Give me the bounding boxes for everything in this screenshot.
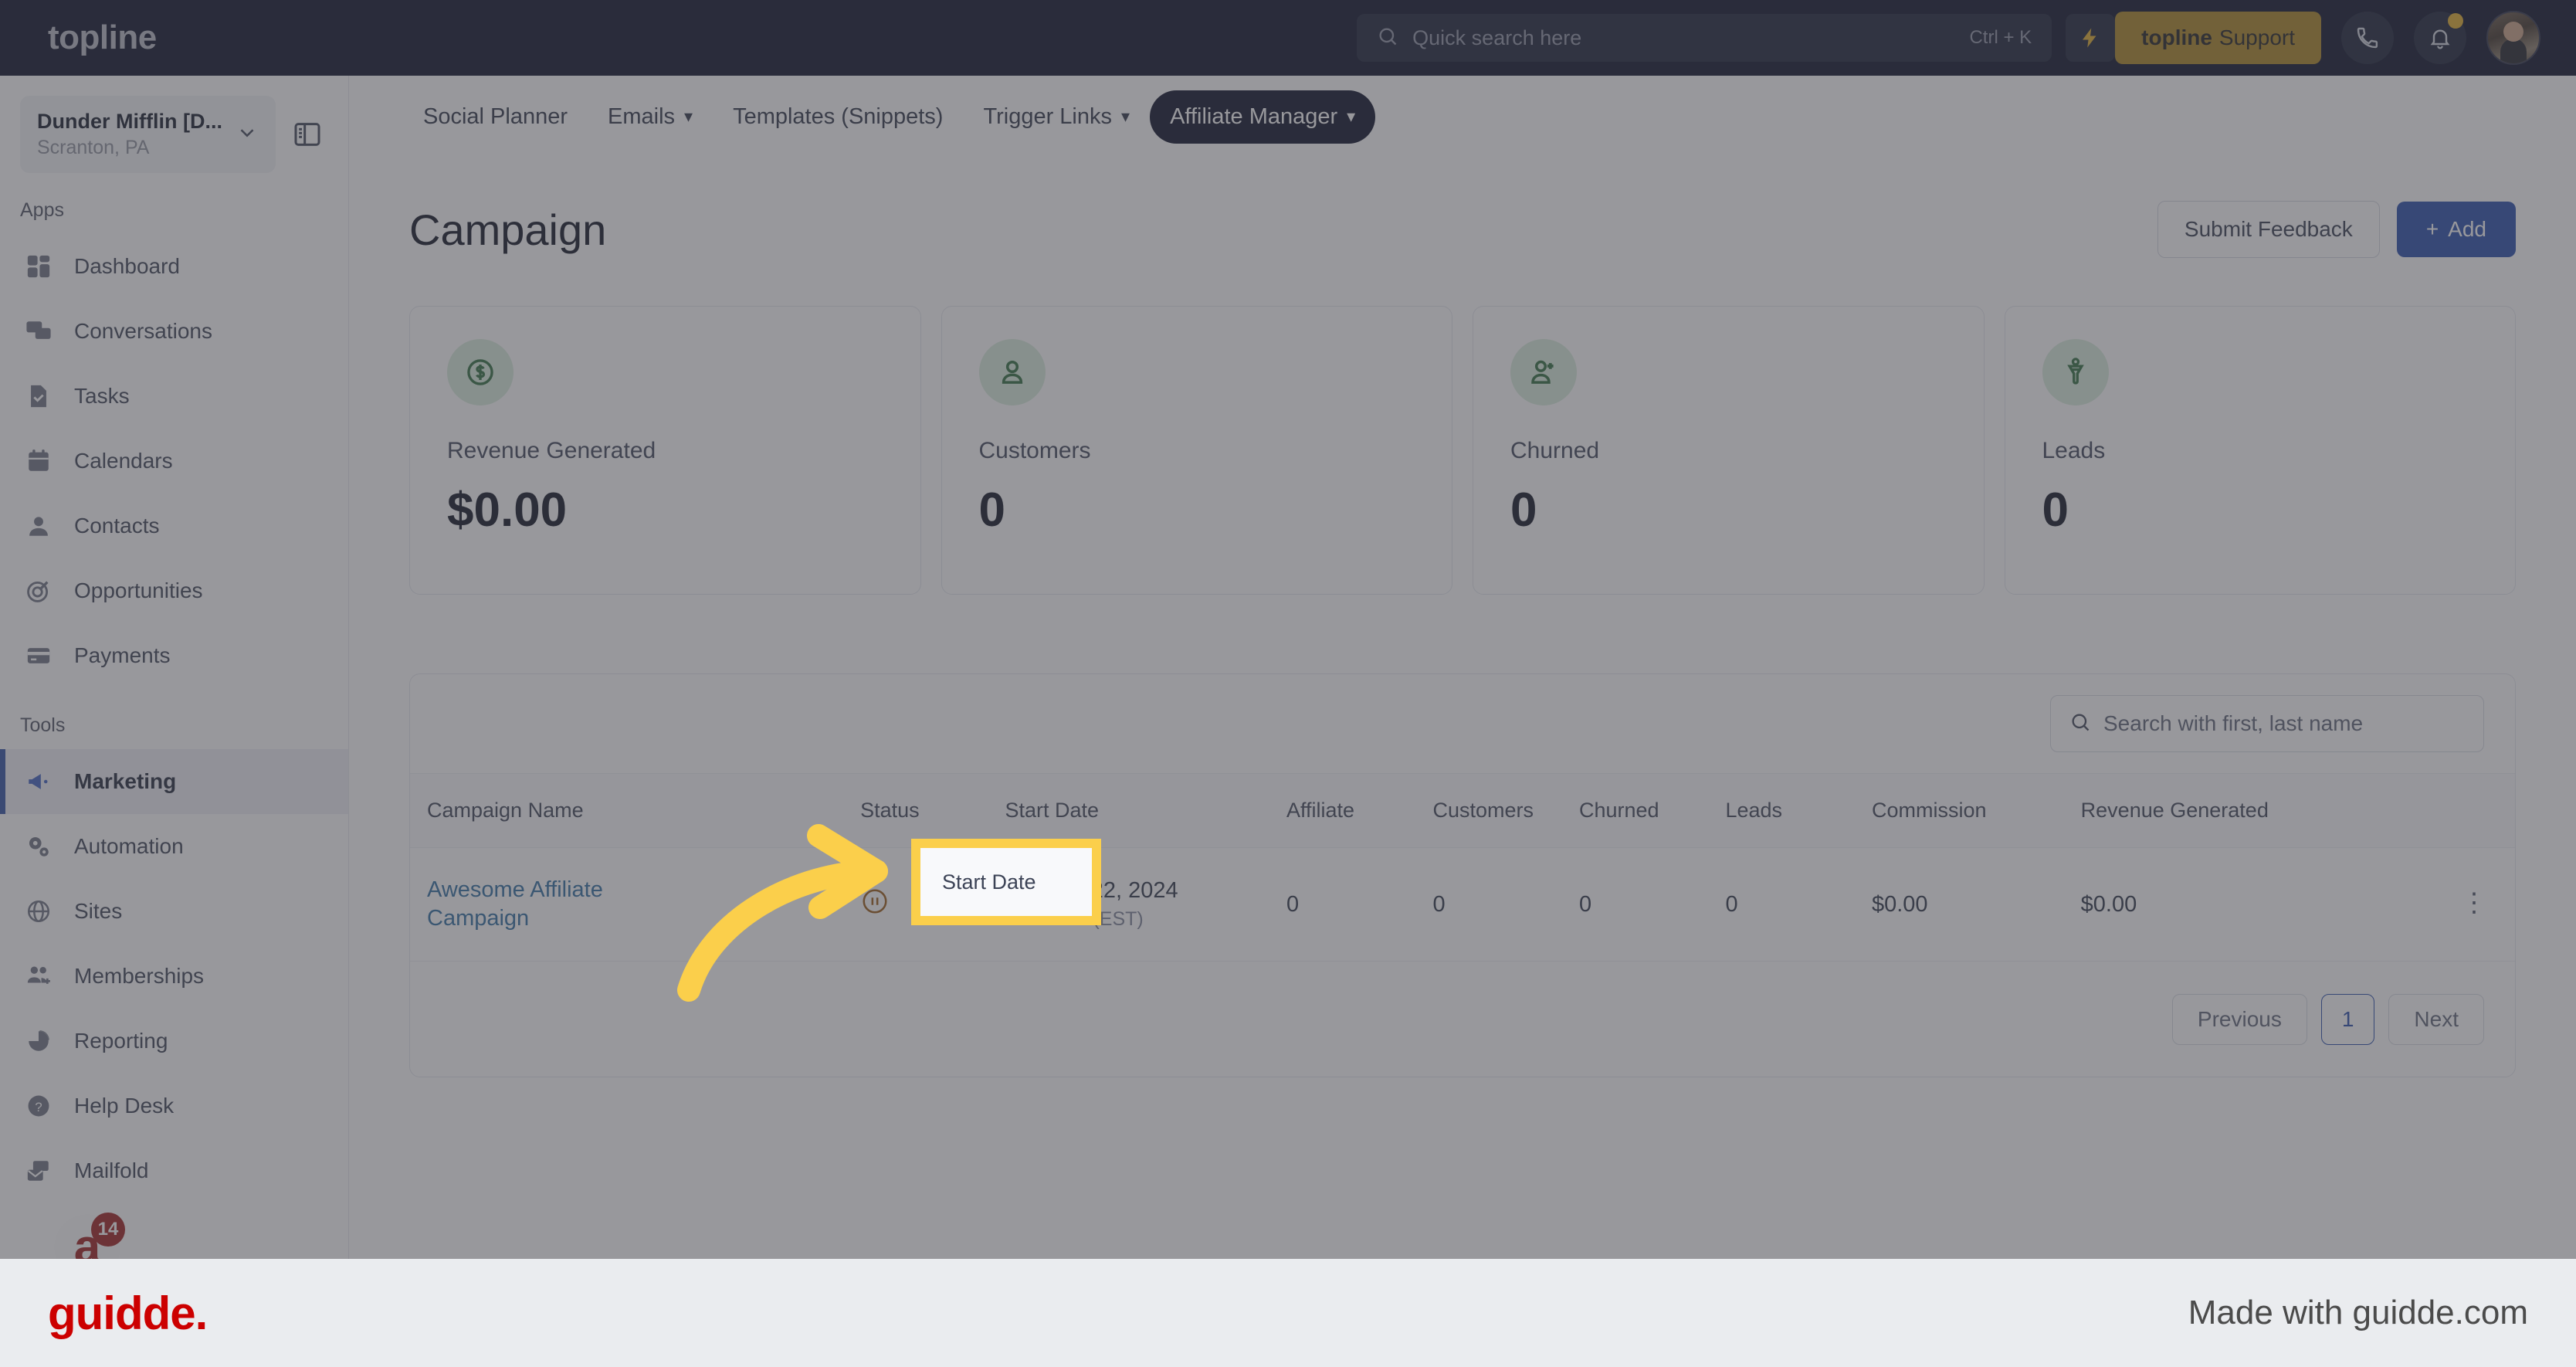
- annotation-layer: Start Date: [0, 0, 2576, 1259]
- guidde-footer: guidde. Made with guidde.com: [0, 1259, 2576, 1367]
- start-date-highlight[interactable]: Start Date: [911, 839, 1101, 925]
- application-window: topline Quick search here Ctrl + K topli…: [0, 0, 2576, 1259]
- curved-arrow-icon: [677, 824, 888, 1002]
- guidde-logo: guidde.: [48, 1287, 208, 1339]
- guidde-made-with: Made with guidde.com: [2188, 1294, 2528, 1331]
- start-date-highlight-label: Start Date: [942, 870, 1036, 894]
